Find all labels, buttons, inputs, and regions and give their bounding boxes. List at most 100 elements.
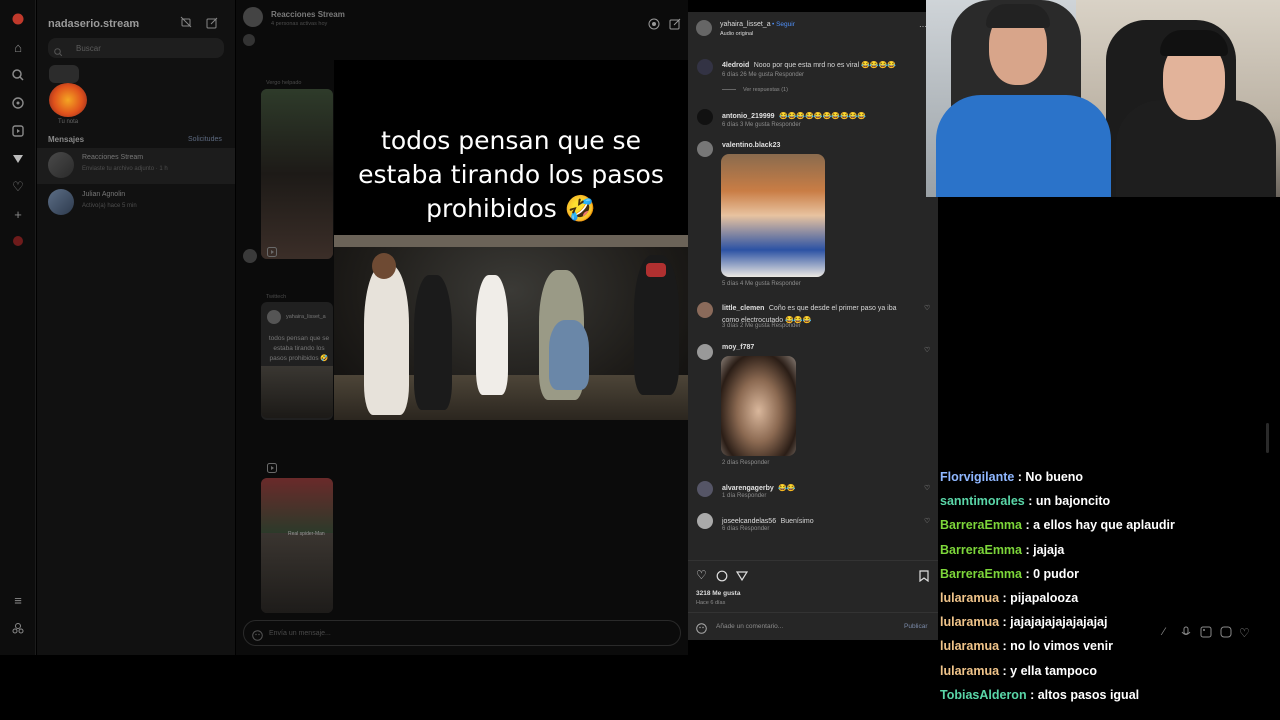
save-icon[interactable]	[919, 569, 931, 583]
webcam-feed	[926, 0, 1280, 197]
profile-icon[interactable]	[9, 232, 27, 250]
emoji-icon[interactable]	[696, 621, 708, 634]
shared-reel-thumbnail[interactable]: Real spider-Man	[261, 478, 333, 613]
dancer-figure	[476, 275, 508, 395]
shared-reel-thumbnail[interactable]	[261, 89, 333, 259]
comment-text: 😂😂😂😂😂😂😂😂😂😂	[778, 113, 867, 120]
avatar[interactable]	[49, 83, 87, 117]
comment-user[interactable]: antonio_219999	[722, 113, 775, 120]
chat-text: : No bueno	[1014, 470, 1084, 484]
menu-icon[interactable]: ≡	[9, 591, 27, 609]
notifications-icon[interactable]: ♡	[9, 178, 27, 196]
like-comment-icon[interactable]: ♡	[924, 304, 930, 312]
avatar[interactable]	[697, 513, 713, 529]
heart-icon[interactable]: ♡	[1239, 626, 1250, 640]
message-input[interactable]: Envía un mensaje...	[243, 620, 681, 646]
sticker-icon[interactable]	[1220, 626, 1232, 641]
comment-user[interactable]: valentino.black23	[722, 142, 780, 149]
reels-icon[interactable]	[9, 122, 27, 140]
shared-post-card[interactable]: yahaira_lisset_a todos pensan que se est…	[261, 302, 333, 420]
search-input[interactable]: Buscar	[48, 38, 224, 58]
text-style-icon[interactable]: ⁄	[1163, 626, 1165, 638]
like-comment-icon[interactable]: ♡	[924, 517, 930, 525]
microphone-icon[interactable]	[1181, 626, 1191, 641]
chat-username[interactable]: BarreraEmma	[940, 543, 1022, 557]
comment-meta[interactable]: 3 días 2 Me gusta Responder	[722, 323, 801, 329]
video-caption-line: todos pensan que se	[381, 126, 641, 155]
reel-video[interactable]: todos pensan que se estaba tirando los p…	[334, 60, 688, 420]
avatar[interactable]	[696, 20, 712, 36]
comment-user[interactable]: joseelcandelas56	[722, 518, 776, 525]
dancer-figure	[414, 275, 452, 410]
audio-label[interactable]: Audio original	[720, 31, 753, 37]
chat-message: Florvigilante : No bueno	[940, 470, 1270, 494]
emoji-icon[interactable]	[252, 628, 263, 641]
new-message-icon[interactable]	[206, 16, 220, 30]
comment: little_clemen Coño es que desde el prime…	[722, 301, 912, 325]
like-icon[interactable]: ♡	[696, 568, 707, 582]
share-icon[interactable]	[735, 569, 749, 582]
chat-username[interactable]: Florvigilante	[940, 470, 1014, 484]
avatar[interactable]	[697, 302, 713, 318]
avatar[interactable]	[697, 481, 713, 497]
publish-button[interactable]: Publicar	[904, 623, 927, 630]
explore-icon[interactable]	[9, 94, 27, 112]
like-comment-icon[interactable]: ♡	[924, 346, 930, 354]
instagram-logo-icon[interactable]	[9, 10, 27, 28]
note-bubble[interactable]	[49, 65, 79, 83]
post-author[interactable]: yahaira_lisset_a	[720, 21, 771, 28]
threads-icon[interactable]	[9, 619, 27, 637]
home-icon[interactable]: ⌂	[9, 38, 27, 56]
view-replies-link[interactable]: Ver respuestas (1)	[743, 87, 788, 93]
comment-icon[interactable]	[716, 569, 728, 582]
avatar	[48, 152, 74, 178]
image-icon[interactable]	[1200, 626, 1212, 641]
muted-icon[interactable]	[180, 16, 194, 30]
conversation-row[interactable]: Reacciones Stream Enviaste tu archivo ad…	[37, 148, 235, 184]
account-username[interactable]: nadaserio.stream	[48, 18, 139, 30]
chat-username[interactable]: lularamua	[940, 615, 999, 629]
comment-input[interactable]: Añade un comentario...	[716, 623, 783, 630]
chat-title[interactable]: Reacciones Stream	[271, 10, 345, 19]
search-icon[interactable]	[9, 66, 27, 84]
chat-username[interactable]: sanntimorales	[940, 494, 1025, 508]
likes-count[interactable]: 3218 Me gusta	[696, 590, 740, 597]
comment-meta[interactable]: 6 días 26 Me gusta Responder	[722, 72, 804, 78]
avatar	[48, 189, 74, 215]
avatar[interactable]	[697, 109, 713, 125]
avatar[interactable]	[697, 59, 713, 75]
chat-username[interactable]: lularamua	[940, 591, 999, 605]
chat-message: sanntimorales : un bajoncito	[940, 494, 1270, 518]
create-icon[interactable]: +	[9, 205, 27, 223]
comment-user[interactable]: moy_f787	[722, 344, 754, 351]
chevron-down-icon[interactable]: ⌄	[133, 19, 140, 28]
conversation-row[interactable]: Julian Agnolin Activo(a) hace 5 min	[37, 185, 235, 221]
comment-meta[interactable]: 1 día Responder	[722, 493, 766, 499]
share-icon[interactable]	[669, 17, 683, 31]
comment-meta[interactable]: 6 días Responder	[722, 526, 769, 532]
chat-message: BarreraEmma : 0 pudor	[940, 567, 1270, 591]
like-comment-icon[interactable]: ♡	[924, 484, 930, 492]
call-icon[interactable]	[648, 17, 662, 31]
avatar[interactable]	[697, 344, 713, 360]
comment-user[interactable]: alvarengagerby	[722, 485, 774, 492]
avatar[interactable]	[697, 141, 713, 157]
chat-username[interactable]: lularamua	[940, 639, 999, 653]
gif-image[interactable]	[721, 356, 796, 456]
chat-username[interactable]: BarreraEmma	[940, 518, 1022, 532]
comment-user[interactable]: little_clemen	[722, 305, 764, 312]
chat-text: : jajaja	[1022, 542, 1065, 557]
follow-button[interactable]: • Seguir	[772, 21, 795, 28]
person-shirt	[936, 95, 1111, 197]
gif-image[interactable]	[721, 154, 825, 277]
comment-user[interactable]: 4ledroid	[722, 62, 749, 69]
chat-username[interactable]: TobiasAlderon	[940, 688, 1027, 702]
requests-link[interactable]: Solicitudes	[188, 136, 222, 143]
comment-meta[interactable]: 6 días 3 Me gusta Responder	[722, 122, 801, 128]
chat-username[interactable]: lularamua	[940, 664, 999, 678]
comment-meta[interactable]: 2 días Responder	[722, 460, 769, 466]
chat-username[interactable]: BarreraEmma	[940, 567, 1022, 581]
comment-meta[interactable]: 5 días 4 Me gusta Responder	[722, 281, 801, 287]
messages-icon[interactable]	[9, 150, 27, 168]
scrollbar[interactable]	[1266, 423, 1269, 453]
